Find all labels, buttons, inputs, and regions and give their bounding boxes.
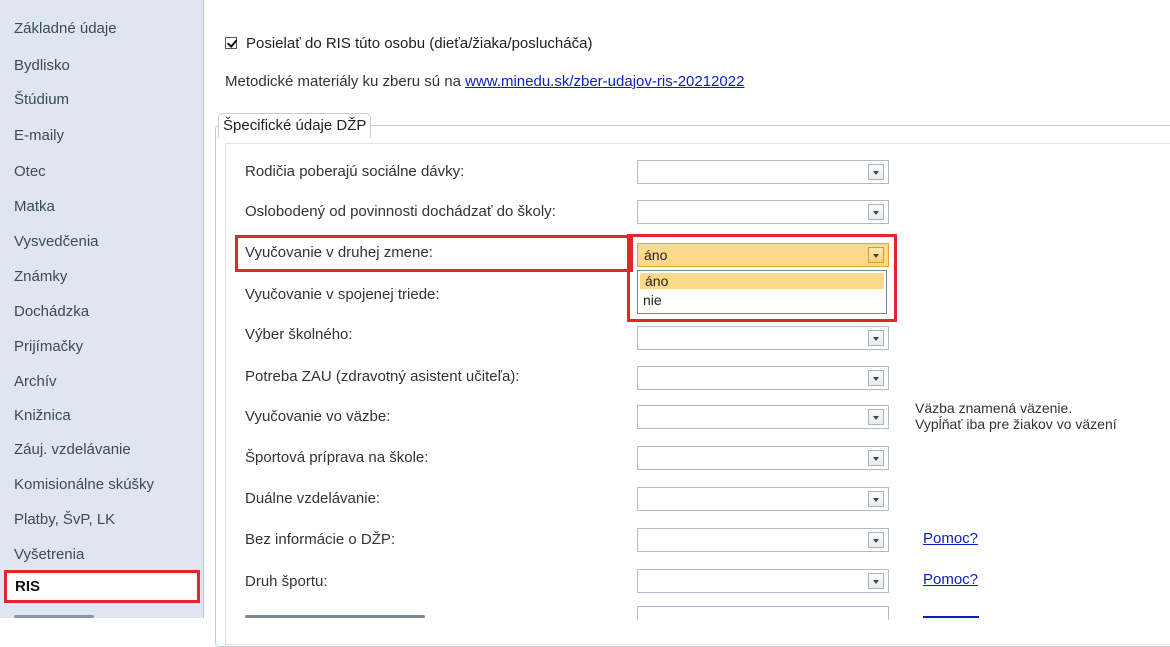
field-label-tuition: Výber školného: [245, 326, 353, 343]
sidebar-item-otec[interactable]: Otec [14, 163, 46, 181]
help-link[interactable]: Pomoc? [923, 571, 978, 588]
chevron-down-icon[interactable] [868, 409, 884, 425]
dual-education-combo[interactable] [637, 487, 889, 511]
field-label-exempt-attendance: Oslobodený od povinnosti dochádzať do šk… [245, 203, 556, 220]
second-shift-combo[interactable]: áno [637, 243, 889, 267]
send-to-ris-label: Posielať do RIS túto osobu (dieťa/žiaka/… [246, 34, 593, 52]
dropdown-option-nie[interactable]: nie [638, 291, 886, 309]
field-label-sport-type: Druh športu: [245, 573, 328, 590]
methodology-text: Metodické materiály ku zberu sú na www.m… [225, 73, 744, 90]
exempt-attendance-combo[interactable] [637, 200, 889, 224]
chevron-down-icon[interactable] [868, 491, 884, 507]
sidebar-item-zakladne-udaje[interactable]: Základné údaje [14, 20, 117, 38]
zau-combo[interactable] [637, 366, 889, 390]
sidebar-item-ris[interactable]: RIS [4, 570, 200, 603]
send-to-ris-checkbox[interactable] [225, 37, 237, 49]
sports-prep-combo[interactable] [637, 446, 889, 470]
chevron-down-icon[interactable] [868, 532, 884, 548]
sidebar-item-studium[interactable]: Štúdium [14, 91, 69, 109]
field-label-zau: Potreba ZAU (zdravotný asistent učiteľa)… [245, 368, 520, 385]
chevron-down-icon[interactable] [868, 370, 884, 386]
sidebar-item-dochadzka[interactable]: Dochádzka [14, 303, 89, 321]
chevron-down-icon[interactable] [868, 330, 884, 346]
send-to-ris-row[interactable]: Posielať do RIS túto osobu (dieťa/žiaka/… [225, 34, 592, 52]
sidebar-item-bydlisko[interactable]: Bydlisko [14, 57, 70, 75]
sidebar-item-prijimacky[interactable]: Prijímačky [14, 338, 83, 356]
no-info-combo[interactable] [637, 528, 889, 552]
chevron-down-icon[interactable] [868, 204, 884, 220]
sidebar-item-kniznica[interactable]: Knižnica [14, 407, 71, 425]
custody-note-line1: Väzba znamená väzenie. [915, 400, 1073, 416]
second-shift-value: áno [644, 247, 668, 263]
sidebar-item-vysetrenia[interactable]: Vyšetrenia [14, 546, 84, 564]
help-link[interactable]: Pomoc? [923, 530, 978, 547]
sport-type-combo[interactable] [637, 569, 889, 593]
sidebar-item-archiv[interactable]: Archív [14, 373, 57, 391]
field-label-dual-education: Duálne vzdelávanie: [245, 490, 381, 507]
field-label-second-shift: Vyučovanie v druhej zmene: [245, 244, 433, 261]
chevron-down-icon[interactable] [868, 573, 884, 589]
chevron-down-icon[interactable] [868, 247, 884, 263]
sidebar-item-matka[interactable]: Matka [14, 198, 55, 216]
chevron-down-icon[interactable] [868, 164, 884, 180]
sidebar-item-komisionalne-skusky[interactable]: Komisionálne skúšky [14, 476, 154, 494]
field-label-joined-class: Vyučovanie v spojenej triede: [245, 286, 440, 303]
sidebar: Základné údaje Bydlisko Štúdium E-maily … [0, 0, 204, 618]
field-label-sports-prep: Športová príprava na škole: [245, 449, 429, 466]
group-title: Špecifické údaje DŽP [218, 113, 372, 138]
sidebar-item-partial [14, 610, 104, 618]
field-label-custody: Vyučovanie vo väzbe: [245, 408, 391, 425]
sidebar-item-emaily[interactable]: E-maily [14, 127, 64, 145]
custody-combo[interactable] [637, 405, 889, 429]
second-shift-dropdown: áno nie [637, 270, 887, 314]
sidebar-item-zauj-vzdelavanie[interactable]: Záuj. vzdelávanie [14, 441, 131, 459]
field-label-social-benefits: Rodičia poberajú sociálne dávky: [245, 163, 465, 180]
field-label-no-info: Bez informácie o DŽP: [245, 531, 396, 548]
social-benefits-combo[interactable] [637, 160, 889, 184]
main-content: Posielať do RIS túto osobu (dieťa/žiaka/… [205, 0, 1170, 647]
tuition-combo[interactable] [637, 326, 889, 350]
sidebar-item-vysvedcenia[interactable]: Vysvedčenia [14, 233, 99, 251]
methodology-prefix: Metodické materiály ku zberu sú na [225, 73, 466, 90]
dropdown-option-ano[interactable]: áno [640, 273, 884, 289]
sidebar-item-platby[interactable]: Platby, ŠvP, LK [14, 511, 115, 529]
custody-note-line2: Vypĺňať iba pre žiakov vo väzení [915, 416, 1117, 432]
sidebar-item-znamky[interactable]: Známky [14, 268, 67, 286]
custody-note: Väzba znamená väzenie. Vypĺňať iba pre ž… [915, 400, 1117, 432]
chevron-down-icon[interactable] [868, 450, 884, 466]
methodology-link[interactable]: www.minedu.sk/zber-udajov-ris-20212022 [465, 73, 744, 90]
